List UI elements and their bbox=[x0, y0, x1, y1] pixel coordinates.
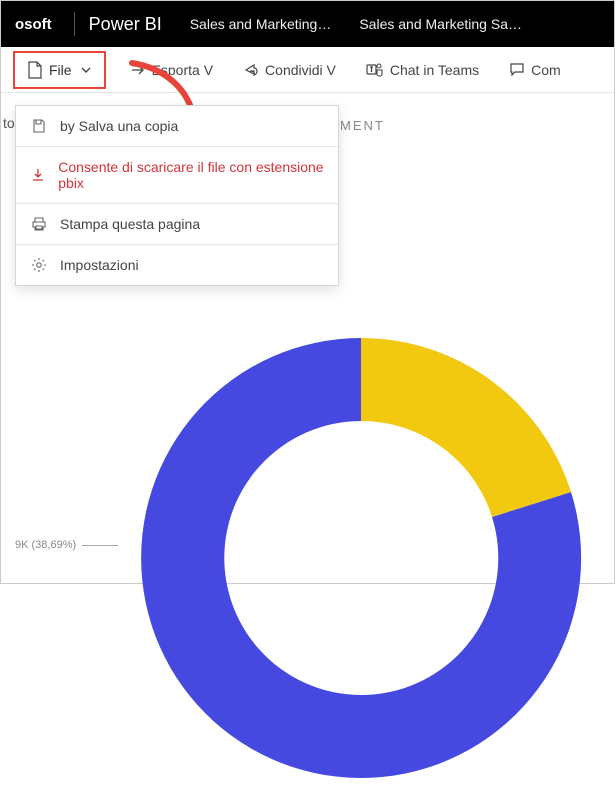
menu-settings[interactable]: Impostazioni bbox=[16, 245, 338, 285]
chevron-down-icon bbox=[80, 64, 92, 76]
file-menu-button[interactable]: File bbox=[13, 51, 106, 89]
chat-teams-label: Chat in Teams bbox=[390, 62, 479, 78]
comment-label: Com bbox=[531, 62, 561, 78]
export-button[interactable]: Esporta V bbox=[124, 58, 219, 82]
header-divider bbox=[74, 12, 75, 36]
breadcrumb-workspace[interactable]: Sales and Marketing… bbox=[190, 16, 332, 32]
menu-download-pbix[interactable]: Consente di scaricare il file con estens… bbox=[16, 147, 338, 203]
top-header: osoft Power BI Sales and Marketing… Sale… bbox=[1, 1, 614, 47]
download-icon bbox=[30, 167, 46, 183]
breadcrumb-report[interactable]: Sales and Marketing Sa… bbox=[359, 16, 522, 32]
brand-left: osoft bbox=[15, 16, 52, 33]
share-button[interactable]: Condividi V bbox=[237, 58, 342, 82]
share-icon bbox=[243, 62, 259, 78]
save-copy-icon bbox=[30, 118, 48, 134]
file-dropdown: by Salva una copia Consente di scaricare… bbox=[15, 105, 339, 286]
comment-icon bbox=[509, 62, 525, 78]
brand-powerbi[interactable]: Power BI bbox=[89, 14, 162, 35]
print-icon bbox=[30, 216, 48, 232]
file-menu-label: File bbox=[49, 62, 72, 78]
donut-data-label: 9K (38,69%) bbox=[15, 539, 118, 551]
export-icon bbox=[130, 62, 146, 78]
menu-print-label: Stampa questa pagina bbox=[60, 216, 200, 232]
comment-button[interactable]: Com bbox=[503, 58, 567, 82]
export-label: Esporta V bbox=[152, 62, 213, 78]
gear-icon bbox=[30, 257, 48, 273]
donut-chart[interactable] bbox=[121, 318, 601, 798]
file-icon bbox=[27, 61, 43, 79]
menu-print-page[interactable]: Stampa questa pagina bbox=[16, 204, 338, 244]
donut-label-text: 9K (38,69%) bbox=[15, 539, 76, 551]
chat-teams-button[interactable]: Chat in Teams bbox=[360, 58, 485, 82]
menu-download-label: Consente di scaricare il file con estens… bbox=[58, 159, 324, 191]
menu-save-copy-label: by Salva una copia bbox=[60, 118, 178, 134]
menu-settings-label: Impostazioni bbox=[60, 257, 139, 273]
share-label: Condividi V bbox=[265, 62, 336, 78]
teams-icon bbox=[366, 62, 384, 78]
menu-save-copy[interactable]: by Salva una copia bbox=[16, 106, 338, 146]
toolbar: File Esporta V Condividi V Chat in Teams… bbox=[1, 47, 614, 93]
